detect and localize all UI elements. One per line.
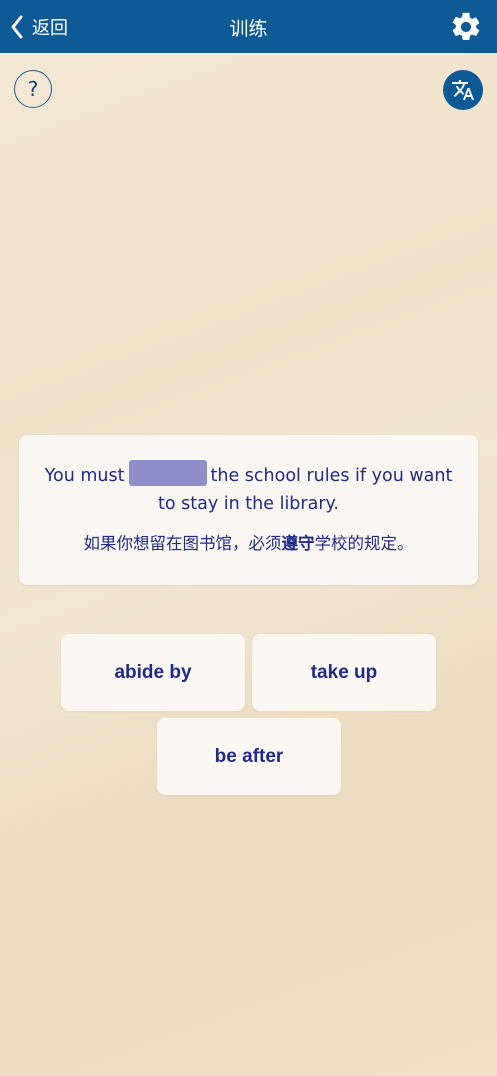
translation-after: 学校的规定。: [314, 534, 414, 553]
english-sentence: You must the school rules if you want to …: [41, 460, 456, 518]
top-bar: 返回 训练: [0, 0, 497, 53]
help-button[interactable]: ?: [14, 70, 52, 108]
translate-icon: [452, 80, 474, 100]
translate-button[interactable]: [443, 70, 483, 110]
option-button-abide-by[interactable]: abide by: [61, 634, 245, 711]
help-label: ?: [27, 77, 39, 101]
translation-highlight: 遵守: [281, 534, 315, 553]
option-button-take-up[interactable]: take up: [252, 634, 436, 711]
translation-before: 如果你想留在图书馆，必须: [83, 534, 282, 553]
sentence-before: You must: [44, 466, 125, 486]
sentence-card: You must the school rules if you want to …: [19, 435, 478, 585]
chinese-translation: 如果你想留在图书馆，必须遵守学校的规定。: [41, 531, 456, 557]
gear-icon[interactable]: [449, 10, 483, 44]
page-title: 训练: [229, 18, 268, 40]
answer-blank: [128, 460, 207, 486]
option-button-be-after[interactable]: be after: [157, 718, 341, 795]
